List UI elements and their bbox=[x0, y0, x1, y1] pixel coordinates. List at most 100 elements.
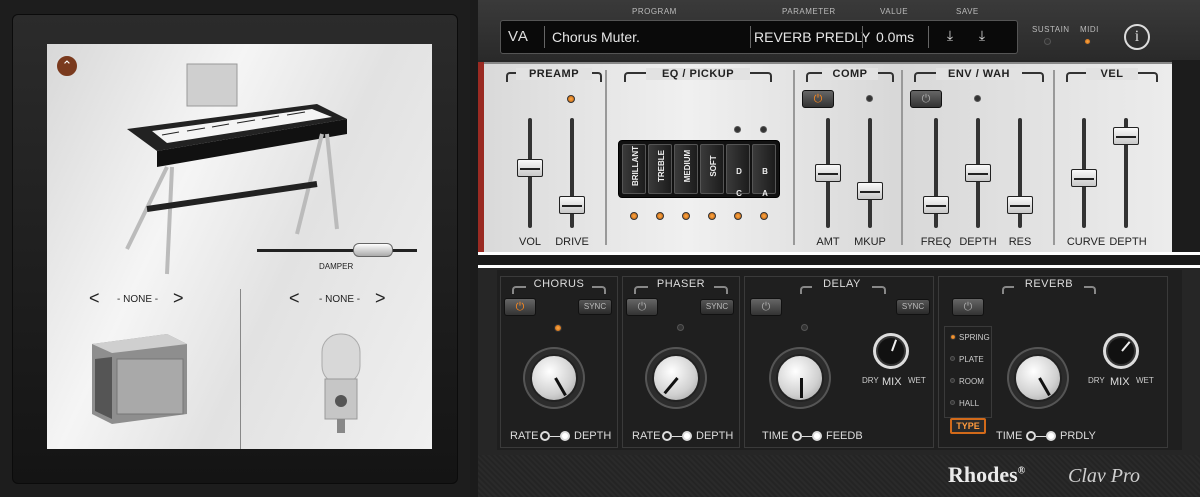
program-name[interactable]: Chorus Muter. bbox=[552, 29, 640, 45]
power-icon: ⏻ bbox=[921, 93, 931, 105]
microphone-image bbox=[321, 333, 361, 433]
parameter-name: REVERB PREDLY bbox=[754, 29, 871, 45]
power-icon: ⏻ bbox=[515, 301, 525, 313]
phaser-title: PHASER bbox=[648, 278, 714, 290]
drive-fader[interactable] bbox=[559, 196, 585, 215]
save-label: SAVE bbox=[956, 7, 979, 16]
delay-time-radio[interactable] bbox=[792, 431, 802, 441]
right-edge bbox=[1172, 60, 1200, 252]
reverb-prdly-label: PRDLY bbox=[1060, 430, 1096, 442]
comp-power-button[interactable]: ⏻ bbox=[802, 90, 834, 108]
res-fader[interactable] bbox=[1007, 196, 1033, 215]
vel-depth-fader[interactable] bbox=[1113, 127, 1139, 146]
amt-label: AMT bbox=[816, 236, 840, 248]
mkup-fader[interactable] bbox=[857, 182, 883, 201]
delay-feedb-label: FEEDB bbox=[826, 430, 863, 442]
display-divider bbox=[928, 26, 929, 48]
medium-button[interactable]: MEDIUM bbox=[674, 144, 698, 194]
reverb-time-radio[interactable] bbox=[1026, 431, 1036, 441]
info-icon: i bbox=[1134, 28, 1140, 45]
save-button[interactable]: ⤓ bbox=[940, 27, 960, 47]
brillant-button[interactable]: BRILLANT bbox=[622, 144, 646, 194]
phaser-rate-label: RATE bbox=[632, 430, 661, 442]
display-divider bbox=[544, 26, 545, 48]
mic-next-button[interactable]: > bbox=[375, 288, 386, 309]
delay-wet-label: WET bbox=[908, 376, 926, 385]
reverb-knob[interactable] bbox=[1014, 354, 1062, 402]
section-divider bbox=[793, 70, 795, 245]
reverb-prdly-radio[interactable] bbox=[1046, 431, 1056, 441]
spring-led bbox=[950, 334, 956, 340]
download-icon: ⤓ bbox=[978, 27, 986, 43]
freq-fader[interactable] bbox=[923, 196, 949, 215]
room-led bbox=[950, 378, 955, 383]
depth-fader[interactable] bbox=[965, 164, 991, 182]
freq-label: FREQ bbox=[920, 236, 952, 248]
amp-prev-button[interactable]: < bbox=[89, 288, 100, 309]
phaser-power-button[interactable]: ⏻ bbox=[626, 298, 658, 316]
save-as-button[interactable]: ⤓ bbox=[972, 27, 992, 47]
sustain-led bbox=[1044, 38, 1051, 45]
reverb-type-spring[interactable]: SPRING bbox=[959, 333, 990, 342]
chorus-sync-button[interactable]: SYNC bbox=[578, 299, 612, 315]
delay-sync-button[interactable]: SYNC bbox=[896, 299, 930, 315]
damper-slider[interactable] bbox=[257, 243, 417, 257]
reverb-mix-label: MIX bbox=[1110, 376, 1130, 388]
instrument-view: ⌃ DAMPER < - NONE - > < - NONE - > bbox=[47, 44, 432, 449]
chorus-led bbox=[554, 324, 562, 332]
curve-label: CURVE bbox=[1066, 236, 1106, 248]
amp-next-button[interactable]: > bbox=[173, 288, 184, 309]
pickup-ba-button[interactable]: A B bbox=[752, 144, 776, 198]
vol-fader[interactable] bbox=[517, 159, 543, 178]
soft-button[interactable]: SOFT bbox=[700, 144, 724, 194]
power-icon: ⏻ bbox=[813, 93, 823, 105]
reverb-power-button[interactable]: ⏻ bbox=[952, 298, 984, 316]
midi-label: MIDI bbox=[1080, 25, 1099, 34]
curve-fader[interactable] bbox=[1071, 168, 1097, 187]
chorus-power-button[interactable]: ⏻ bbox=[504, 298, 536, 316]
phaser-knob[interactable] bbox=[652, 354, 700, 402]
treble-button[interactable]: TREBLE bbox=[648, 144, 672, 194]
chorus-knob[interactable] bbox=[530, 354, 578, 402]
vol-label: VOL bbox=[518, 236, 541, 248]
reverb-type-hall[interactable]: HALL bbox=[959, 399, 979, 408]
phaser-sync-button[interactable]: SYNC bbox=[700, 299, 734, 315]
delay-feedb-radio[interactable] bbox=[812, 431, 822, 441]
collapse-button[interactable]: ⌃ bbox=[55, 54, 79, 78]
eq-led-b bbox=[760, 126, 767, 133]
amt-fader[interactable] bbox=[815, 164, 841, 182]
damper-handle[interactable] bbox=[353, 243, 393, 257]
delay-mix-knob[interactable] bbox=[876, 336, 906, 366]
envwah-led bbox=[974, 95, 981, 102]
delay-knob[interactable] bbox=[776, 354, 824, 402]
delay-dry-label: DRY bbox=[862, 376, 879, 385]
delay-led bbox=[801, 324, 808, 331]
mic-prev-button[interactable]: < bbox=[289, 288, 300, 309]
amplifier-image bbox=[92, 334, 187, 424]
comp-title: COMP bbox=[822, 68, 878, 80]
phaser-depth-radio[interactable] bbox=[682, 431, 692, 441]
reverb-type-button[interactable]: TYPE bbox=[950, 418, 986, 434]
reverb-type-room[interactable]: ROOM bbox=[959, 377, 984, 386]
soft-led bbox=[708, 212, 716, 220]
reverb-type-plate[interactable]: PLATE bbox=[959, 355, 984, 364]
reverb-mix-knob[interactable] bbox=[1106, 336, 1136, 366]
display-divider bbox=[750, 26, 751, 48]
delay-power-button[interactable]: ⏻ bbox=[750, 298, 782, 316]
info-button[interactable]: i bbox=[1124, 24, 1150, 50]
phaser-depth-label: DEPTH bbox=[696, 430, 734, 442]
chorus-depth-radio[interactable] bbox=[560, 431, 570, 441]
brillant-led bbox=[630, 212, 638, 220]
section-separator bbox=[478, 252, 1200, 268]
chorus-rate-radio[interactable] bbox=[540, 431, 550, 441]
pickup-dc-button[interactable]: C D bbox=[726, 144, 750, 198]
red-accent bbox=[478, 62, 484, 252]
phaser-rate-radio[interactable] bbox=[662, 431, 672, 441]
chevron-up-icon: ⌃ bbox=[61, 58, 73, 73]
section-divider bbox=[1053, 70, 1055, 245]
hall-led bbox=[950, 400, 955, 405]
mkup-track bbox=[868, 118, 872, 228]
envwah-power-button[interactable]: ⏻ bbox=[910, 90, 942, 108]
amp-selector-value: - NONE - bbox=[117, 294, 159, 305]
medium-led bbox=[682, 212, 690, 220]
